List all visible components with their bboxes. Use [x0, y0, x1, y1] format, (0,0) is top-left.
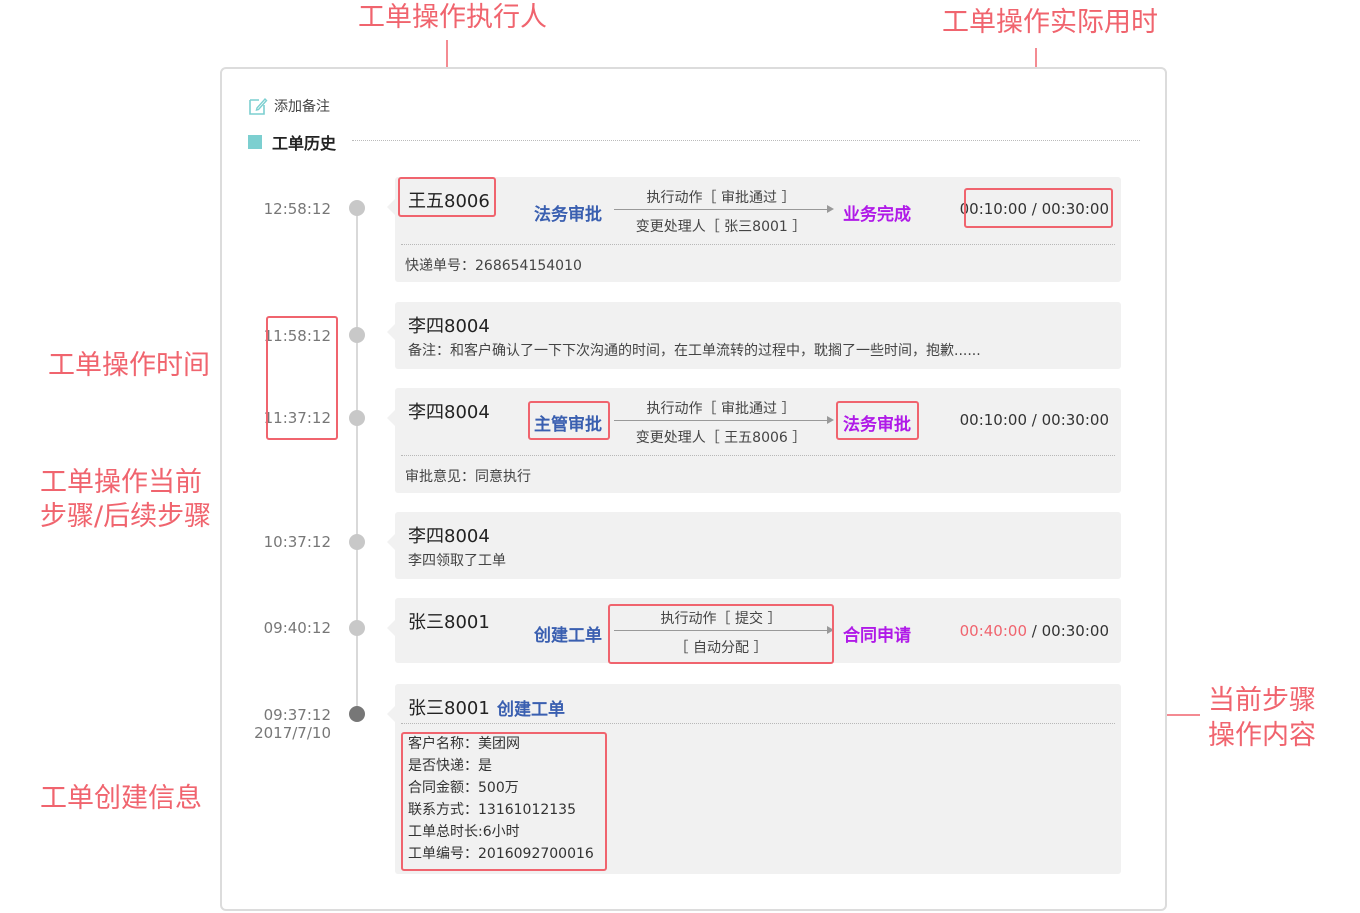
step-arrow	[614, 416, 834, 424]
annotation-content-line2: 操作内容	[1208, 720, 1316, 751]
duration-separator: /	[1031, 411, 1037, 429]
entry-action: 执行动作［ 审批通过 ］	[646, 401, 796, 417]
entry-user: 李四8004	[408, 316, 490, 337]
entry-note: 审批意见：同意执行	[405, 469, 531, 485]
entry-time: 09:40:12	[263, 619, 331, 637]
entry-note: 备注：和客户确认了一下下次沟通的时间，在工单流转的过程中，耽搁了一些时间，抱歉.…	[408, 343, 981, 359]
highlight-create-info	[401, 732, 607, 871]
annotation-steps-line1: 工单操作当前	[40, 467, 202, 498]
section-title: 工单历史	[272, 134, 337, 153]
annotation-executor: 工单操作执行人	[358, 2, 547, 33]
duration-used-overdue: 00:40:00	[959, 622, 1027, 640]
highlight-step-content	[608, 604, 834, 664]
duration-used: 00:10:00	[959, 411, 1027, 429]
add-note-button[interactable]: 添加备注	[248, 95, 330, 117]
timeline-dot	[349, 534, 365, 550]
entry-user: 张三8001	[408, 698, 490, 719]
duration-separator: /	[1031, 622, 1037, 640]
entry-separator	[401, 244, 1115, 245]
section-divider	[352, 140, 1140, 141]
section-marker	[248, 135, 262, 149]
entry-note: 快递单号：268654154010	[405, 258, 582, 274]
entry-user: 张三8001	[408, 612, 490, 633]
timeline-dot	[349, 620, 365, 636]
annotation-steps-line2: 步骤/后续步骤	[40, 501, 212, 532]
entry-duration: 00:10:00 / 00:30:00	[960, 411, 1109, 429]
step-arrow	[614, 205, 834, 213]
entry-action-detail: 变更处理人［ 张三8001 ］	[635, 219, 807, 235]
entry-from-step: 创建工单	[534, 626, 602, 646]
entry-separator	[401, 723, 1115, 724]
add-note-label: 添加备注	[274, 99, 330, 115]
entry-from-step: 法务审批	[534, 205, 602, 225]
duration-limit: 00:30:00	[1041, 411, 1109, 429]
entry-separator	[401, 455, 1115, 456]
annotation-op-time: 工单操作时间	[48, 350, 210, 381]
highlight-actual-time	[964, 188, 1113, 228]
section-header: 工单历史	[248, 130, 336, 154]
edit-icon	[249, 97, 268, 115]
annotation-create-info: 工单创建信息	[40, 783, 202, 814]
entry-action-detail: 变更处理人［ 王五8006 ］	[635, 430, 807, 446]
entry-step: 创建工单	[497, 700, 565, 720]
history-entry: 李四8004 主管审批 执行动作［ 审批通过 ］ 变更处理人［ 王五8006 ］…	[387, 388, 1121, 493]
entry-time: 12:58:12	[263, 200, 331, 218]
timeline-dot-start	[349, 706, 365, 722]
highlight-op-time	[266, 316, 338, 440]
entry-time: 09:37:12	[263, 706, 331, 724]
entry-user: 李四8004	[408, 526, 490, 547]
history-entry: 李四8004 备注：和客户确认了一下下次沟通的时间，在工单流转的过程中，耽搁了一…	[387, 302, 1121, 369]
entry-to-step: 业务完成	[843, 205, 911, 225]
entry-time: 10:37:12	[263, 533, 331, 551]
highlight-current-step	[528, 401, 610, 440]
highlight-executor	[398, 177, 496, 217]
annotation-actual-time: 工单操作实际用时	[942, 7, 1158, 38]
duration-limit: 00:30:00	[1041, 622, 1109, 640]
annotation-content-line1: 当前步骤	[1208, 685, 1316, 716]
timeline-dot	[349, 327, 365, 343]
timeline-line	[356, 207, 358, 715]
entry-to-step: 合同申请	[843, 626, 911, 646]
timeline-dot	[349, 200, 365, 216]
timeline-dot	[349, 410, 365, 426]
highlight-next-step	[836, 401, 919, 440]
entry-date: 2017/7/10	[254, 724, 331, 742]
entry-action: 执行动作［ 审批通过 ］	[646, 190, 796, 206]
history-entry: 李四8004 李四领取了工单	[387, 512, 1121, 579]
entry-note: 李四领取了工单	[408, 553, 506, 569]
entry-user: 李四8004	[408, 402, 490, 423]
entry-duration: 00:40:00 / 00:30:00	[960, 622, 1109, 640]
